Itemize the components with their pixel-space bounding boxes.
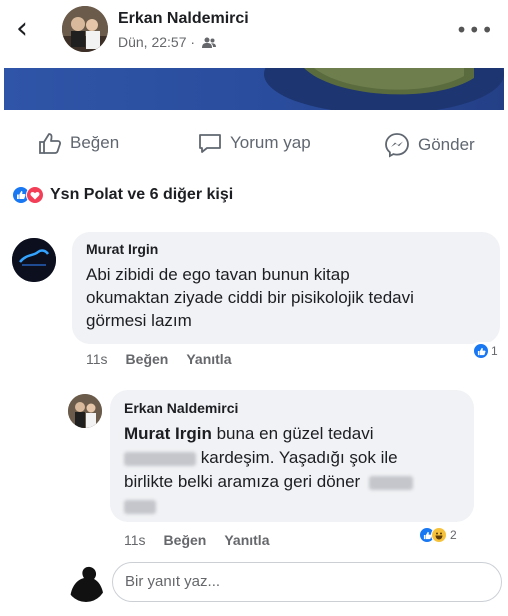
reply-reply-button[interactable]: Yanıtla [224, 532, 269, 548]
reply-reaction-badge[interactable]: 2 [416, 526, 460, 544]
comment-like-button[interactable]: Beğen [126, 351, 169, 367]
reply-like-button[interactable]: Beğen [164, 532, 207, 548]
censored-word [124, 451, 196, 466]
reply-time: 11s [124, 532, 146, 548]
like-icon [473, 343, 489, 359]
censored-word [368, 475, 413, 490]
comment-line: Abi zibidi de ego tavan bunun kitap [86, 265, 350, 284]
haha-icon [431, 527, 447, 543]
post-header: ‹ Erkan Naldemirci Dün, 22:57 · ••• [0, 0, 508, 68]
silhouette-avatar [66, 562, 106, 602]
reply-actions: 11s Beğen Yanıtla [124, 532, 269, 548]
current-user-avatar [66, 562, 106, 602]
comment-line: okumaktan ziyade ciddi bir pisikolojik t… [86, 288, 414, 307]
thumbs-up-icon [39, 133, 62, 154]
reply-line-4 [124, 494, 156, 517]
censored-word [124, 499, 156, 514]
reply-text: birlikte belki aramıza geri döner [124, 472, 361, 491]
comment-actions: 11s Beğen Yanıtla [86, 351, 231, 367]
more-options-icon[interactable]: ••• [456, 18, 494, 42]
reply-line-1: Murat Irgin buna en güzel tedavi [124, 422, 373, 445]
send-button[interactable]: Gönder [384, 132, 475, 158]
avatar-logo [12, 238, 56, 282]
comment-icon [199, 134, 221, 153]
reply-text: kardeşim. Yaşadığı şok ile [200, 448, 398, 467]
reply-text: buna en güzel tedavi [211, 424, 374, 443]
reactions-text: Ysn Polat ve 6 diğer kişi [50, 186, 234, 203]
back-arrow-icon[interactable]: ‹ [16, 14, 28, 44]
post-image-graphic [4, 68, 504, 110]
comment-time: 11s [86, 351, 108, 367]
love-icon [26, 186, 44, 204]
reaction-count: 2 [450, 528, 457, 542]
reply-line-2: kardeşim. Yaşadığı şok ile [124, 446, 398, 469]
reply-line-3: birlikte belki aramıza geri döner [124, 470, 413, 493]
author-avatar[interactable] [62, 6, 108, 52]
like-label: Beğen [70, 133, 120, 152]
send-label: Gönder [418, 135, 475, 154]
messenger-icon [385, 133, 409, 158]
like-button[interactable]: Beğen [38, 132, 119, 154]
comment-label: Yorum yap [230, 133, 311, 152]
avatar-photo [68, 394, 102, 428]
reply-input[interactable]: Bir yanıt yaz... [112, 562, 502, 602]
comment-author[interactable]: Murat Irgin [86, 241, 158, 257]
reply-placeholder: Bir yanıt yaz... [125, 573, 221, 590]
post-author-name[interactable]: Erkan Naldemirci [118, 10, 249, 28]
commenter-avatar[interactable] [12, 238, 56, 282]
reply-author[interactable]: Erkan Naldemirci [124, 400, 238, 416]
post-image[interactable] [4, 68, 504, 110]
comment-reply-button[interactable]: Yanıtla [186, 351, 231, 367]
friends-icon [201, 37, 216, 48]
reply-author-avatar[interactable] [68, 394, 102, 428]
comment-line: görmesi lazım [86, 311, 192, 330]
comment-button[interactable]: Yorum yap [198, 132, 311, 154]
reaction-count: 1 [491, 344, 498, 358]
mention-link[interactable]: Murat Irgin [124, 424, 212, 443]
comment-reaction-badge[interactable]: 1 [470, 342, 501, 360]
post-actions-bar: Beğen Yorum yap Gönder [0, 126, 508, 166]
avatar-photo [62, 6, 108, 52]
post-time: Dün, 22:57 · [118, 34, 196, 50]
post-meta: Dün, 22:57 · [118, 34, 216, 50]
reactions-summary[interactable]: Ysn Polat ve 6 diğer kişi [12, 186, 233, 204]
